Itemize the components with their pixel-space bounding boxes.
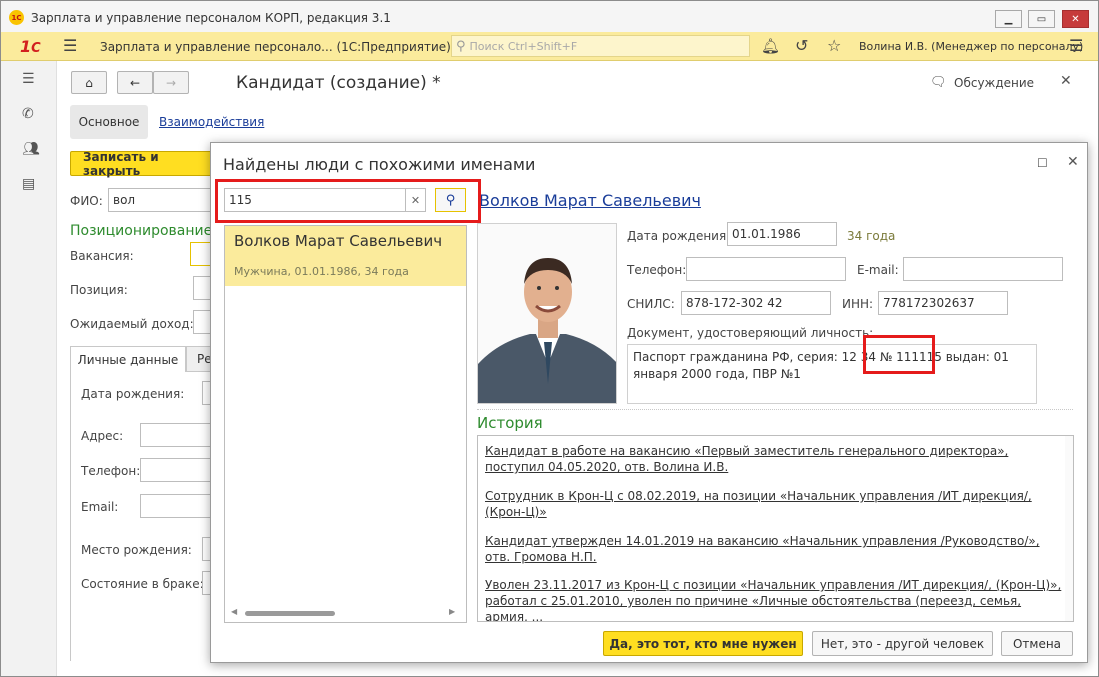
back-button[interactable]: ← [117, 71, 153, 94]
maximize-button[interactable]: ▭ [1028, 10, 1055, 28]
search-highlight-box [215, 179, 481, 223]
address-input[interactable] [140, 423, 220, 447]
arrow-right-icon: → [165, 75, 177, 90]
home-icon: ⌂ [85, 75, 93, 90]
phone-label: Телефон: [81, 464, 141, 478]
marital-label: Состояние в браке: [81, 577, 204, 591]
person-snils-input[interactable]: 878-172-302 42 [681, 291, 831, 315]
discussion-link[interactable]: Обсуждение [954, 76, 1034, 90]
home-button[interactable]: ⌂ [71, 71, 107, 94]
dialog-title: Найдены люди с похожими именами [223, 155, 536, 174]
history-scrollbar[interactable] [1065, 436, 1073, 621]
person-birth-label: Дата рождения: [627, 229, 731, 243]
scroll-thumb[interactable] [245, 611, 335, 616]
results-scrollbar[interactable]: ◀ ▶ [231, 607, 457, 618]
email-input[interactable] [140, 494, 220, 518]
forward-button[interactable]: → [153, 71, 189, 94]
app-window: 1С Зарплата и управление персоналом КОРП… [0, 0, 1099, 677]
subtab-personal[interactable]: Личные данные [70, 346, 186, 372]
fio-label: ФИО: [70, 194, 103, 208]
sections-sidebar: ☰ ✆ 👥︎ ▤ [1, 61, 57, 676]
person-doc-value: Паспорт гражданина РФ, серия: 12 34 № 11… [633, 350, 1009, 381]
window-title: Зарплата и управление персоналом КОРП, р… [31, 11, 391, 25]
person-doc-label: Документ, удостоверяющий личность: [627, 326, 874, 340]
1c-logo-icon: 1С [20, 37, 41, 56]
tab-main-label: Основное [78, 115, 140, 129]
history-item[interactable]: Кандидат в работе на вакансию «Первый за… [485, 443, 1065, 475]
close-dialog-icon[interactable]: ✕ [1067, 154, 1079, 170]
person-phone-input[interactable] [686, 257, 846, 281]
app-logo-icon: 1С [9, 10, 24, 25]
person-email-input[interactable] [903, 257, 1063, 281]
form-title: Кандидат (создание) * [236, 73, 441, 93]
person-name-link[interactable]: Волков Марат Савельевич [479, 191, 701, 210]
sidebar-people-icon[interactable]: 👥︎ [22, 141, 40, 157]
birthplace-label: Место рождения: [81, 543, 192, 557]
person-email-label: E-mail: [857, 263, 899, 277]
arrow-left-icon: ← [129, 75, 141, 90]
history-icon[interactable]: ↺ [795, 36, 808, 55]
history-item[interactable]: Сотрудник в Крон-Ц с 08.02.2019, на пози… [485, 488, 1065, 520]
person-photo-image [478, 224, 616, 403]
history-item[interactable]: Уволен 23.11.2017 из Крон-Ц с позиции «Н… [485, 577, 1065, 621]
income-label: Ожидаемый доход: [70, 317, 194, 331]
person-birth-input[interactable]: 01.01.1986 [727, 222, 837, 246]
minimize-button[interactable]: ▁ [995, 10, 1022, 28]
save-close-button[interactable]: Записать и закрыть [70, 150, 220, 178]
close-form-icon[interactable]: ✕ [1060, 73, 1072, 89]
history-item[interactable]: Кандидат утвержден 14.01.2019 на ваканси… [485, 533, 1065, 565]
person-snils-label: СНИЛС: [627, 297, 675, 311]
app-title: Зарплата и управление персонало... (1С:П… [100, 40, 451, 54]
scroll-right-icon[interactable]: ▶ [449, 607, 455, 616]
results-list: Волков Марат Савельевич Мужчина, 01.01.1… [224, 225, 467, 623]
email-label: Email: [81, 500, 119, 514]
title-bar: 1С Зарплата и управление персоналом КОРП… [1, 1, 1098, 32]
settings-menu-icon[interactable]: ☰ [1069, 36, 1083, 55]
discussion-icon[interactable]: 🗨︎ [930, 75, 947, 90]
other-person-button[interactable]: Нет, это - другой человек [812, 631, 993, 656]
bell-icon[interactable]: 🔔︎ [761, 37, 780, 55]
main-toolbar: 1С ☰ Зарплата и управление персонало... … [1, 32, 1098, 61]
cancel-button[interactable]: Отмена [1001, 631, 1073, 656]
phone-input[interactable] [140, 458, 220, 482]
scroll-left-icon[interactable]: ◀ [231, 607, 237, 616]
person-inn-label: ИНН: [842, 297, 874, 311]
search-placeholder: Поиск Ctrl+Shift+F [469, 39, 578, 53]
person-doc-field[interactable]: Паспорт гражданина РФ, серия: 12 34 № 11… [627, 344, 1037, 404]
history-list: Кандидат в работе на вакансию «Первый за… [477, 435, 1074, 622]
result-details: Мужчина, 01.01.1986, 34 года [234, 265, 409, 278]
tab-interactions[interactable]: Взаимодействия [159, 115, 264, 129]
vacancy-label: Вакансия: [70, 249, 134, 263]
confirm-button[interactable]: Да, это тот, кто мне нужен [603, 631, 803, 656]
person-inn-input[interactable]: 778172302637 [878, 291, 1008, 315]
person-phone-label: Телефон: [627, 263, 687, 277]
positioning-section-title: Позиционирование [70, 223, 213, 239]
sidebar-card-icon[interactable]: ▤ [22, 176, 35, 192]
result-name: Волков Марат Савельевич [234, 232, 443, 250]
subtab-personal-label: Личные данные [77, 352, 179, 367]
tab-main[interactable]: Основное [70, 105, 148, 139]
person-photo [477, 223, 617, 404]
history-separator [477, 409, 1073, 410]
fio-input[interactable]: вол [108, 188, 218, 212]
sidebar-phone-icon[interactable]: ✆ [22, 106, 34, 122]
user-name[interactable]: Волина И.В. (Менеджер по персоналу) [859, 40, 1083, 53]
birth-label: Дата рождения: [81, 387, 185, 401]
close-window-button[interactable]: ✕ [1062, 10, 1089, 28]
search-icon: ⚲ [456, 38, 466, 54]
highlight-box [863, 335, 935, 374]
menu-icon[interactable]: ☰ [63, 36, 77, 55]
sidebar-menu-icon[interactable]: ☰ [22, 71, 35, 87]
person-age: 34 года [847, 229, 896, 243]
maximize-dialog-icon[interactable]: ☐ [1037, 156, 1048, 170]
position-label: Позиция: [70, 283, 128, 297]
address-label: Адрес: [81, 429, 124, 443]
star-icon[interactable]: ☆ [827, 36, 841, 55]
history-title: История [477, 414, 543, 432]
global-search-input[interactable]: ⚲ Поиск Ctrl+Shift+F [451, 35, 750, 57]
result-item[interactable]: Волков Марат Савельевич Мужчина, 01.01.1… [225, 226, 466, 286]
